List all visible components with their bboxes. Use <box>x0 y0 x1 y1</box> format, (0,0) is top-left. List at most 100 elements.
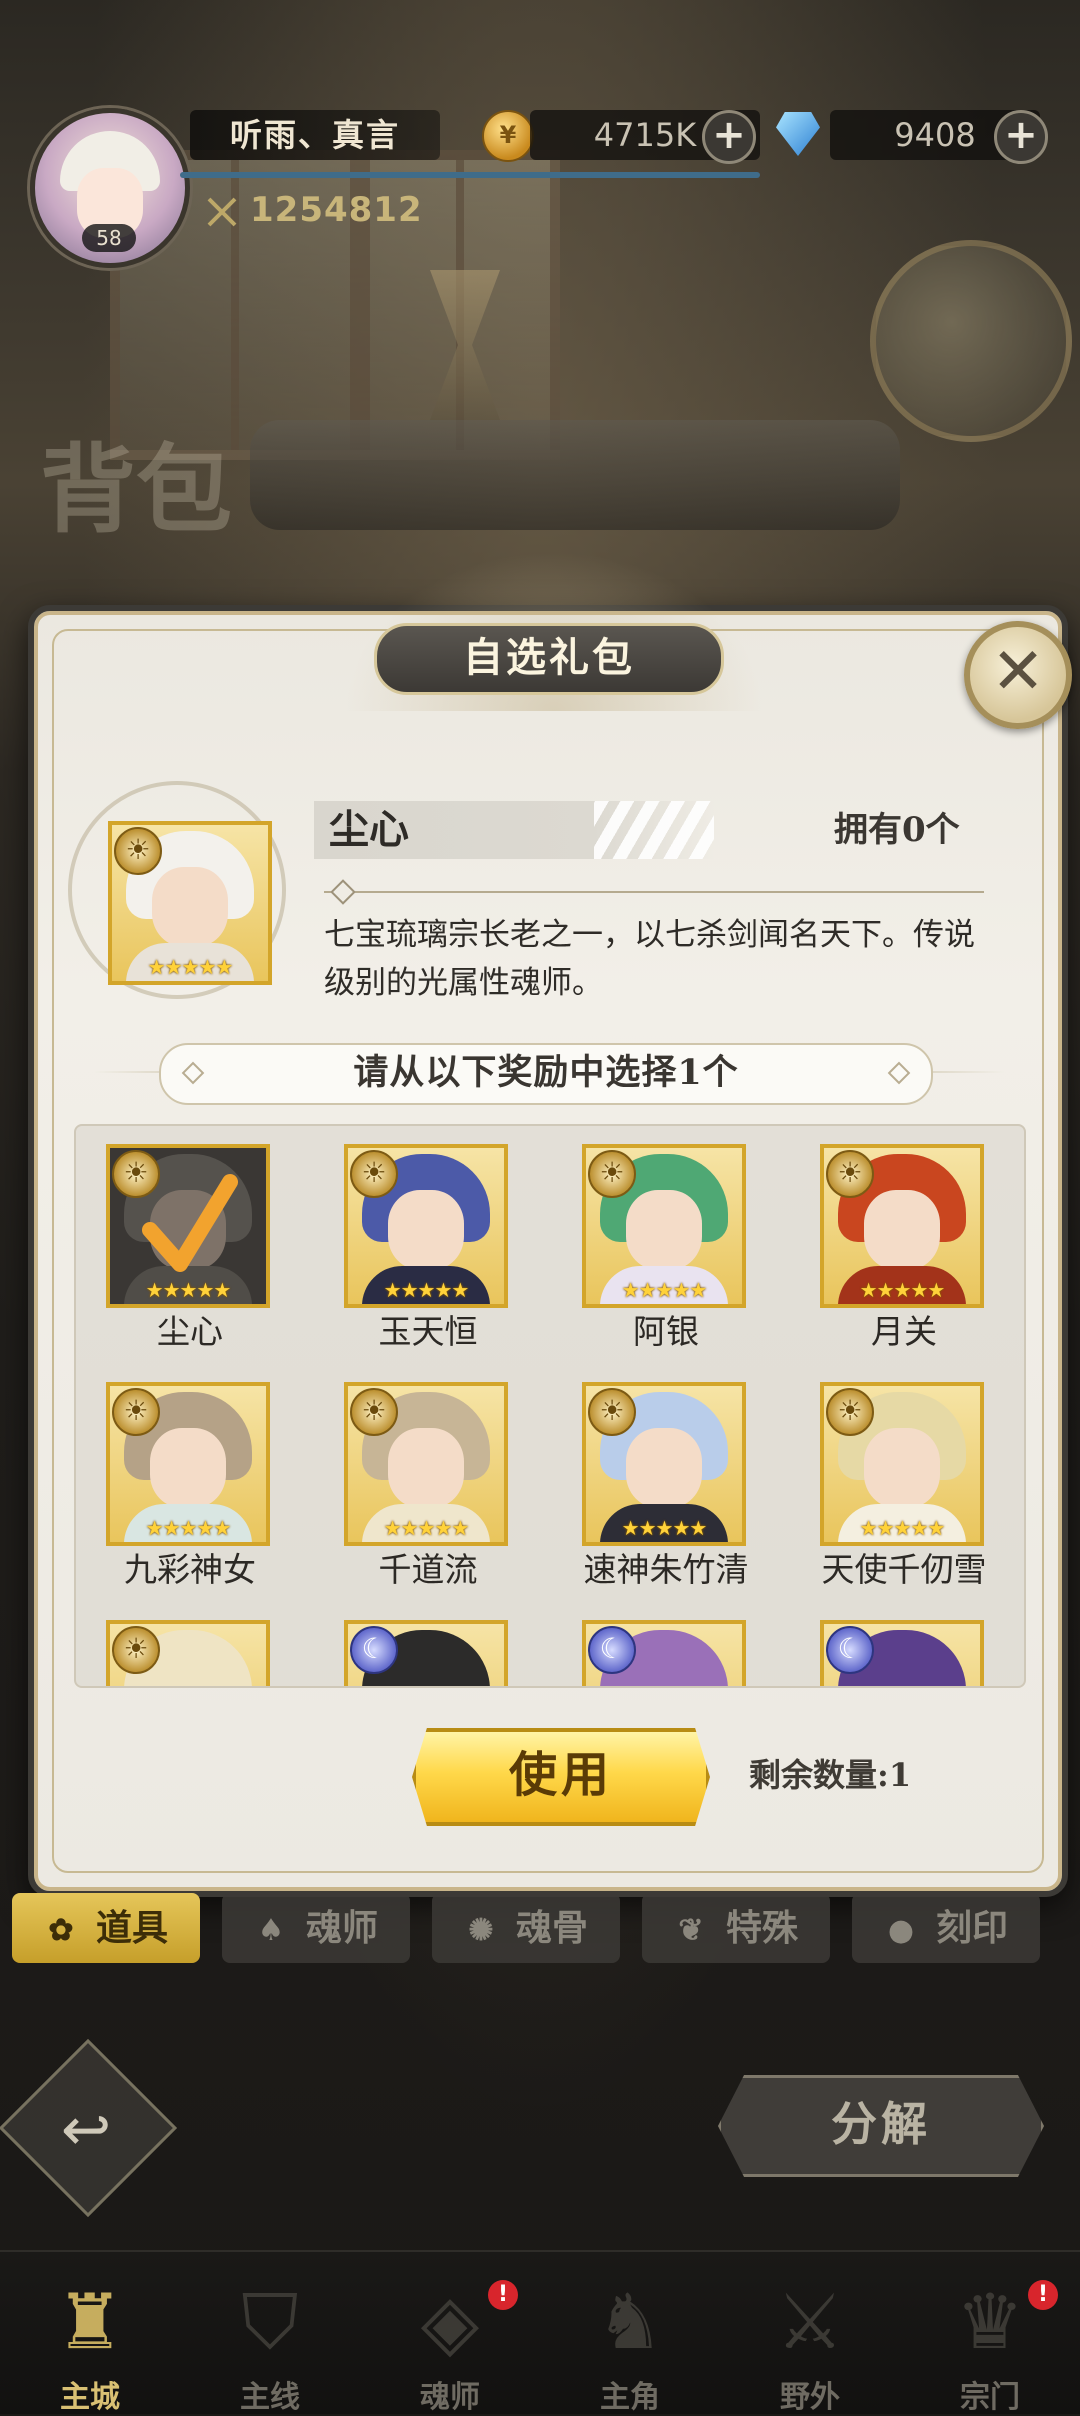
reward-name: 天使千仞雪 <box>821 1550 987 1589</box>
reward-portrait: ☀ ★★★★★ <box>582 1382 746 1546</box>
sun-icon: ☀ <box>350 1388 398 1436</box>
back-arrow-icon: ↩ <box>60 2095 112 2165</box>
sword-icon: ⚔ <box>775 2277 845 2366</box>
add-gold-button[interactable]: + <box>702 110 756 164</box>
tab-special[interactable]: ❦ 特殊 <box>642 1893 830 1963</box>
reward-portrait: ☀ <box>106 1620 270 1686</box>
tab-soul-masters[interactable]: ♠ 魂师 <box>222 1893 410 1963</box>
reward-item[interactable]: ☀ <box>90 1610 290 1686</box>
use-button[interactable]: 使用 <box>412 1728 710 1826</box>
sun-icon: ☀ <box>114 827 162 875</box>
star-rating: ★★★★★ <box>145 1278 232 1302</box>
decompose-button[interactable]: 分解 <box>718 2075 1044 2177</box>
reward-name: 阿银 <box>633 1312 699 1351</box>
reward-portrait: ☀ ★★★★★ <box>344 1382 508 1546</box>
star-rating: ★★★★★ <box>859 1278 946 1302</box>
reward-name: 玉天恒 <box>378 1312 478 1351</box>
sun-icon: ☀ <box>112 1388 160 1436</box>
reward-item[interactable]: ☀ ★★★★★ 速神朱竹清 <box>566 1372 766 1602</box>
bottom-nav: ♜ 主城 ⛉ 主线 ◈ ! 魂师 ♞ 主角 ⚔ 野外 ♛ ! 宗门 <box>0 2250 1080 2415</box>
item-portrait: ☀ ★★★★★ <box>108 821 272 985</box>
gift-pack-dialog: 自选礼包 ✕ ☀ ★★★★★ 尘心 拥有0个 七宝琉璃宗长老之一，以七杀剑闻名天… <box>28 551 1072 1897</box>
item-name: 尘心 <box>329 806 409 853</box>
nav-sect[interactable]: ♛ ! 宗门 <box>900 2252 1080 2415</box>
scene-globe <box>870 240 1072 442</box>
bone-icon: ✺ <box>468 1913 494 1948</box>
reward-portrait: ☾ <box>820 1620 984 1686</box>
reward-name: 九彩神女 <box>124 1550 256 1589</box>
moon-icon: ☾ <box>588 1626 636 1674</box>
dialog-title: 自选礼包 <box>374 623 724 695</box>
add-gems-button[interactable]: + <box>994 110 1048 164</box>
reward-item[interactable]: ☀ ★★★★★ 尘心 <box>90 1134 290 1364</box>
hood-icon: ♠ <box>257 1913 285 1948</box>
wing-icon: ❦ <box>678 1913 704 1948</box>
reward-item[interactable]: ☀ ★★★★★ 月关 <box>804 1134 1004 1364</box>
close-icon: ✕ <box>991 635 1045 709</box>
reward-portrait: ☾ <box>582 1620 746 1686</box>
nav-soul-master[interactable]: ◈ ! 魂师 <box>360 2252 540 2415</box>
nav-main-city[interactable]: ♜ 主城 <box>0 2252 180 2415</box>
helmet-icon: ♞ <box>595 2277 665 2366</box>
reward-grid[interactable]: ☀ ★★★★★ 尘心 ☀ ★★★★★ 玉天恒 ☀ ★★★★★ 阿银 ☀ ★★★★… <box>74 1124 1026 1688</box>
reward-portrait: ☀ ★★★★★ <box>106 1144 270 1308</box>
shield-icon: ⛉ <box>241 2277 299 2366</box>
nav-wild[interactable]: ⚔ 野外 <box>720 2252 900 2415</box>
reward-item[interactable]: ☀ ★★★★★ 天使千仞雪 <box>804 1372 1004 1602</box>
castle-icon: ♜ <box>55 2277 125 2366</box>
player-name: 听雨、真言 <box>190 110 440 160</box>
tab-imprints[interactable]: ● 刻印 <box>852 1893 1040 1963</box>
tab-soul-bones[interactable]: ✺ 魂骨 <box>432 1893 620 1963</box>
sun-icon: ☀ <box>112 1626 160 1674</box>
star-rating: ★★★★★ <box>383 1278 470 1302</box>
alert-badge: ! <box>488 2280 518 2310</box>
sun-icon: ☀ <box>826 1388 874 1436</box>
reward-name: 尘心 <box>157 1312 223 1351</box>
crossed-swords-icon <box>207 197 237 227</box>
owned-count: 拥有0个 <box>834 810 960 850</box>
nav-hero[interactable]: ♞ 主角 <box>540 2252 720 2415</box>
close-button[interactable]: ✕ <box>964 621 1072 729</box>
star-rating: ★★★★★ <box>621 1278 708 1302</box>
sun-icon: ☀ <box>588 1150 636 1198</box>
reward-name: 月关 <box>871 1312 937 1351</box>
reward-portrait: ☀ ★★★★★ <box>106 1382 270 1546</box>
moon-icon: ☾ <box>826 1626 874 1674</box>
crest-icon: ♛ <box>955 2277 1025 2366</box>
remaining-count: 剩余数量:1 <box>749 1756 912 1794</box>
sun-icon: ☀ <box>112 1150 160 1198</box>
choose-prompt: 请从以下奖励中选择1个 <box>159 1043 933 1105</box>
reward-name: 速神朱竹清 <box>583 1550 749 1589</box>
reward-portrait: ☀ ★★★★★ <box>582 1144 746 1308</box>
screen-title: 背包 <box>40 433 232 546</box>
scene-table <box>250 420 900 530</box>
nav-main-story[interactable]: ⛉ 主线 <box>180 2252 360 2415</box>
reward-portrait: ☀ ★★★★★ <box>820 1144 984 1308</box>
sun-icon: ☀ <box>350 1150 398 1198</box>
combat-power: 1254812 <box>250 190 423 230</box>
reward-item[interactable]: ☀ ★★★★★ 千道流 <box>328 1372 528 1602</box>
player-level: 58 <box>82 224 136 252</box>
reward-item[interactable]: ☀ ★★★★★ 阿银 <box>566 1134 766 1364</box>
orb-icon: ● <box>887 1913 915 1948</box>
tab-items[interactable]: ✿ 道具 <box>12 1893 200 1963</box>
reward-portrait: ☾ <box>344 1620 508 1686</box>
reward-item[interactable]: ☾ <box>804 1610 1004 1686</box>
crystal-icon: ◈ <box>420 2277 480 2366</box>
star-rating: ★★★★★ <box>145 1516 232 1540</box>
reward-item[interactable]: ☀ ★★★★★ 玉天恒 <box>328 1134 528 1364</box>
reward-item[interactable]: ☾ <box>566 1610 766 1686</box>
item-description: 七宝琉璃宗长老之一，以七杀剑闻名天下。传说级别的光属性魂师。 <box>324 917 975 1001</box>
star-rating: ★★★★★ <box>383 1516 470 1540</box>
bag-icon: ✿ <box>48 1913 74 1948</box>
alert-badge: ! <box>1028 2280 1058 2310</box>
gold-coin-icon: ¥ <box>482 110 534 162</box>
sun-icon: ☀ <box>588 1388 636 1436</box>
reward-name: 千道流 <box>378 1550 478 1589</box>
reward-portrait: ☀ ★★★★★ <box>820 1382 984 1546</box>
reward-portrait: ☀ ★★★★★ <box>344 1144 508 1308</box>
reward-item[interactable]: ☀ ★★★★★ 九彩神女 <box>90 1372 290 1602</box>
reward-item[interactable]: ☾ <box>328 1610 528 1686</box>
star-rating: ★★★★★ <box>859 1516 946 1540</box>
moon-icon: ☾ <box>350 1626 398 1674</box>
